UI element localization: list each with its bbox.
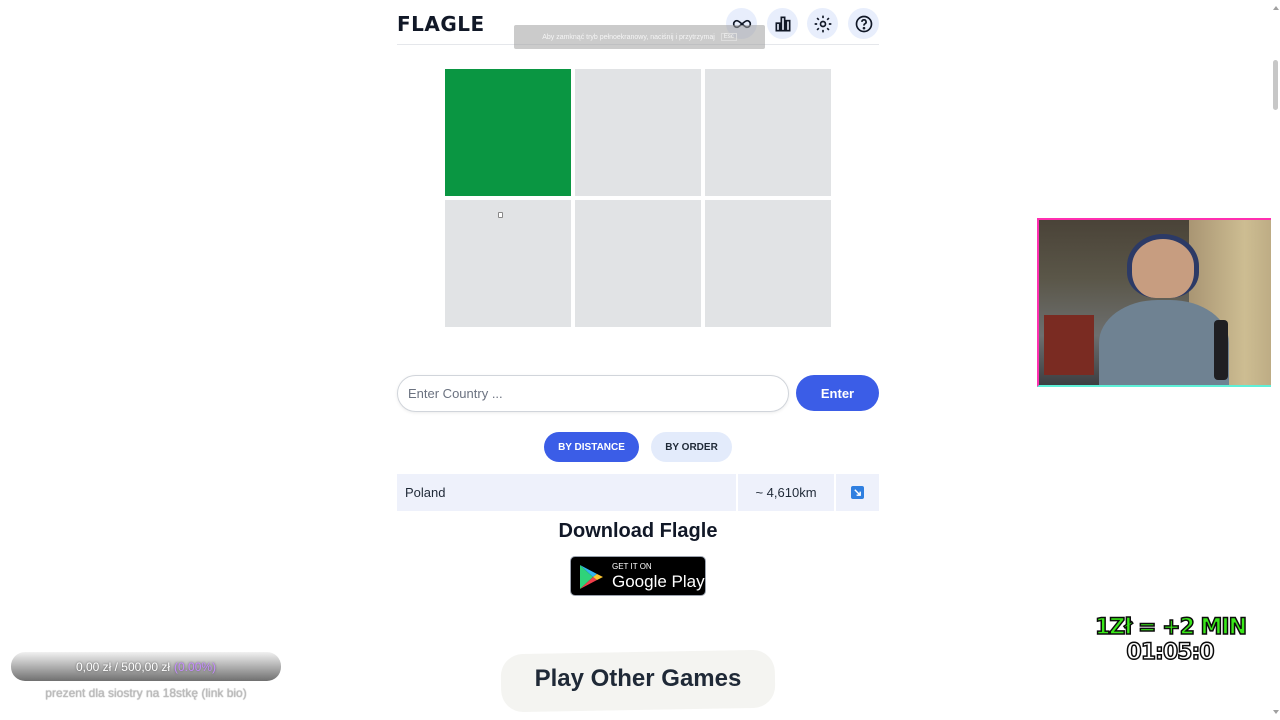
flag-tile-1: [445, 69, 571, 196]
download-title: Download Flagle: [558, 520, 718, 542]
subathon-timer: 01:05:0: [1126, 639, 1216, 666]
donation-note: prezent dla siostry na 18stkę (link bio): [45, 686, 247, 700]
scroll-up-icon[interactable]: [1273, 6, 1279, 10]
store-big-text: Google Play: [612, 572, 705, 591]
fullscreen-notice-text: Aby zamknąć tryb pełnoekranowy, naciśnij…: [542, 33, 715, 41]
stats-bar-icon[interactable]: [767, 8, 798, 39]
donation-goal-bar: 0,00 zł / 500,00 zł (0.00%): [11, 652, 281, 681]
guess-row: Poland ~ 4,610km: [397, 474, 879, 511]
store-small-text: GET IT ON: [612, 562, 652, 571]
enter-button[interactable]: Enter: [796, 375, 879, 411]
scroll-down-icon[interactable]: [1273, 710, 1279, 714]
donation-percent: (0.00%): [174, 659, 217, 674]
streamer-avatar: [1127, 234, 1199, 298]
flag-puzzle-grid: [445, 69, 831, 327]
flag-tile-3: [705, 69, 831, 196]
sort-by-distance-button[interactable]: BY DISTANCE: [544, 432, 639, 462]
help-icon[interactable]: [848, 8, 879, 39]
fullscreen-notice-key: Esc: [720, 33, 737, 41]
mouse-cursor-icon: [498, 212, 503, 218]
sort-by-order-button[interactable]: BY ORDER: [651, 432, 732, 462]
flag-tile-2: [575, 69, 701, 196]
play-other-games-button[interactable]: Play Other Games: [500, 649, 776, 713]
guess-distance: ~ 4,610km: [738, 474, 834, 511]
flag-tile-5: [575, 200, 701, 327]
flag-tile-4: [445, 200, 571, 327]
app-logo[interactable]: FLAGLE: [397, 12, 485, 36]
flag-tile-6: [705, 200, 831, 327]
guess-direction: [836, 474, 879, 511]
scroll-thumb[interactable]: [1273, 60, 1278, 110]
arrow-down-right-icon: [851, 486, 864, 499]
guess-country: Poland: [397, 474, 736, 511]
gear-icon[interactable]: [807, 8, 838, 39]
webcam-overlay: [1037, 218, 1280, 387]
subathon-rate: 1Zł = +2 MIN: [1094, 614, 1248, 641]
donation-progress: 0,00 zł / 500,00 zł: [75, 659, 171, 674]
country-input[interactable]: [397, 375, 789, 412]
page-scrollbar[interactable]: [1271, 0, 1280, 720]
play-other-games-label: Play Other Games: [534, 665, 742, 693]
fullscreen-notice: Aby zamknąć tryb pełnoekranowy, naciśnij…: [514, 25, 765, 49]
google-play-badge[interactable]: GET IT ON Google Play: [570, 556, 706, 596]
google-play-icon: [580, 565, 603, 589]
